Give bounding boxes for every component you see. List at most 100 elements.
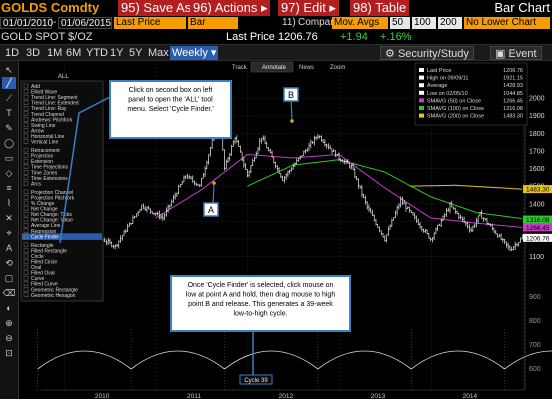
y-tick-label: 1700: [529, 148, 545, 155]
date-dash: -: [53, 17, 57, 28]
legend-value: 1044.85: [503, 91, 523, 97]
actions-menu[interactable]: 96) Actions ▸: [190, 0, 271, 16]
x-tick-label: 2013: [371, 393, 386, 399]
period-ytd[interactable]: YTD: [84, 46, 110, 60]
box-tool-icon[interactable]: ▢: [2, 272, 16, 284]
edit-num: 97): [281, 0, 300, 15]
point-a-label: A: [208, 205, 214, 215]
table-menu[interactable]: 98) Table: [350, 0, 410, 16]
select-tool-icon[interactable]: ↖: [2, 64, 16, 76]
period-bar: 1D 3D 1M 6M YTD 1Y 5Y Max Weekly ▾ ⚙ Sec…: [0, 44, 552, 61]
track-label[interactable]: Track: [232, 65, 248, 71]
end-date-field[interactable]: 01/06/2015: [58, 17, 112, 29]
all-tools-icon[interactable]: ╱: [2, 77, 16, 89]
compare-button[interactable]: Compar: [298, 17, 334, 29]
zoom-out-icon[interactable]: ⊖: [2, 332, 16, 344]
drawing-menu-item[interactable]: Vertical Line: [31, 140, 58, 146]
period-weekly[interactable]: Weekly ▾: [170, 46, 219, 60]
price-chart[interactable]: 1100120013001400150016001700180019002000…: [19, 61, 552, 399]
drawing-menu: ALL AddElliott WaveTrend Line: SegmentTr…: [20, 74, 104, 302]
period-1m[interactable]: 1M: [45, 46, 64, 60]
ticker-label[interactable]: GOLDS Comdty: [0, 0, 99, 16]
y-tick-label: 1600: [529, 166, 545, 173]
drawing-menu-item[interactable]: Cycle Finder: [31, 234, 59, 240]
last-price-value: 1206.76: [277, 31, 318, 43]
pencil-tool-icon[interactable]: ✎: [2, 122, 16, 134]
drawing-menu-all-label: ALL: [58, 74, 69, 80]
start-date-field[interactable]: 01/01/2010: [0, 17, 53, 29]
event-button[interactable]: ▣ Event: [490, 46, 542, 60]
table-label: Table: [375, 0, 407, 15]
lines-tool-icon[interactable]: ≡: [2, 182, 16, 194]
drawing-menu-item[interactable]: Geometric Hexagon: [31, 293, 76, 299]
price-change-pct: +.16%: [380, 31, 412, 43]
security-study-icon: ⚙: [385, 48, 395, 60]
edit-label: Edit ▸: [303, 0, 336, 15]
zoom-label[interactable]: Zoom: [330, 65, 345, 71]
event-icon: ▣: [495, 48, 506, 60]
ma-period-3[interactable]: 200: [438, 17, 462, 29]
security-study-label: Security/Study: [397, 48, 469, 60]
period-3d[interactable]: 3D: [24, 46, 42, 60]
legend-value: 1316.08: [503, 106, 523, 112]
trendline-tool-icon[interactable]: ⟋: [2, 92, 16, 104]
study-select[interactable]: Mov. Avgs: [332, 17, 388, 29]
quote-bar: GOLD SPOT $/OZ Last Price 1206.76 +1.94 …: [0, 30, 552, 44]
ma-period-1[interactable]: 50: [390, 17, 410, 29]
legend-label: Low on 02/05/10: [427, 91, 468, 97]
fill-tool-icon[interactable]: ◐: [2, 302, 16, 314]
annotation-tool-icon[interactable]: A: [2, 242, 16, 254]
news-label[interactable]: News: [299, 65, 314, 71]
drawing-menu-item[interactable]: Arcs: [31, 181, 42, 187]
circle-tool-icon[interactable]: ◯: [2, 137, 16, 149]
ma-period-2[interactable]: 100: [412, 17, 436, 29]
chart-legend: Last Price 1206.76 High on 09/09/11 1921.15…: [414, 62, 528, 126]
wave-tool-icon[interactable]: ⌇: [2, 197, 16, 209]
legend-label: SMAVG (100) on Close: [427, 106, 484, 112]
period-1d[interactable]: 1D: [3, 46, 21, 60]
actions-label: Actions ▸: [214, 0, 268, 15]
text-tool-icon[interactable]: T: [2, 107, 16, 119]
point-a-dot: [212, 181, 216, 185]
axis-value-tag-text: 1206.76: [526, 235, 550, 242]
annotate-label[interactable]: Annotate: [262, 65, 287, 71]
chart-area[interactable]: 1100120013001400150016001700180019002000…: [19, 61, 552, 399]
legend-label: Last Price: [427, 68, 451, 74]
legend-swatch: [419, 68, 424, 72]
x-tick-label: 2010: [95, 393, 110, 399]
period-6m[interactable]: 6M: [64, 46, 83, 60]
rectangle-tool-icon[interactable]: ▭: [2, 152, 16, 164]
chart-type-select[interactable]: Bar: [188, 17, 238, 29]
period-1y[interactable]: 1Y: [108, 46, 125, 60]
event-label: Event: [508, 48, 537, 60]
price-field-select[interactable]: Last Price: [114, 17, 186, 29]
axis-value-tag-text: 1483.30: [526, 187, 550, 194]
legend-label: SMAVG (200) on Close: [427, 114, 484, 120]
legend-value: 1206.76: [503, 68, 523, 74]
period-5y[interactable]: 5Y: [127, 46, 144, 60]
period-max[interactable]: Max: [146, 46, 171, 60]
save-as-menu[interactable]: 95) Save As: [118, 0, 195, 16]
y-tick-label: 1800: [529, 131, 545, 138]
legend-value: 1428.93: [503, 83, 523, 89]
lower-tick-label: 800: [529, 318, 541, 325]
undo-tool-icon[interactable]: ⟲: [2, 257, 16, 269]
security-study-button[interactable]: ⚙ Security/Study: [380, 46, 474, 60]
last-price-readout: Last Price 1206.76: [226, 30, 318, 44]
legend-value: 1266.45: [503, 98, 523, 104]
crosshair-tool-icon[interactable]: ⌖: [2, 227, 16, 239]
lower-tick-label: 700: [529, 342, 541, 349]
y-tick-label: 2000: [529, 96, 545, 103]
delete-tool-icon[interactable]: ✕: [2, 212, 16, 224]
y-tick-label: 1100: [529, 254, 544, 261]
price-change: +1.94: [340, 31, 368, 43]
legend-swatch: [419, 75, 424, 80]
fit-icon[interactable]: ⊡: [2, 347, 16, 359]
security-name: GOLD SPOT $/OZ: [1, 31, 93, 43]
save-as-num: 95): [121, 0, 140, 15]
diamond-tool-icon[interactable]: ◇: [2, 167, 16, 179]
erase-tool-icon[interactable]: ⌫: [2, 287, 16, 299]
zoom-in-icon[interactable]: ⊕: [2, 317, 16, 329]
edit-menu[interactable]: 97) Edit ▸: [278, 0, 339, 16]
lower-chart-select[interactable]: No Lower Chart: [464, 17, 550, 29]
